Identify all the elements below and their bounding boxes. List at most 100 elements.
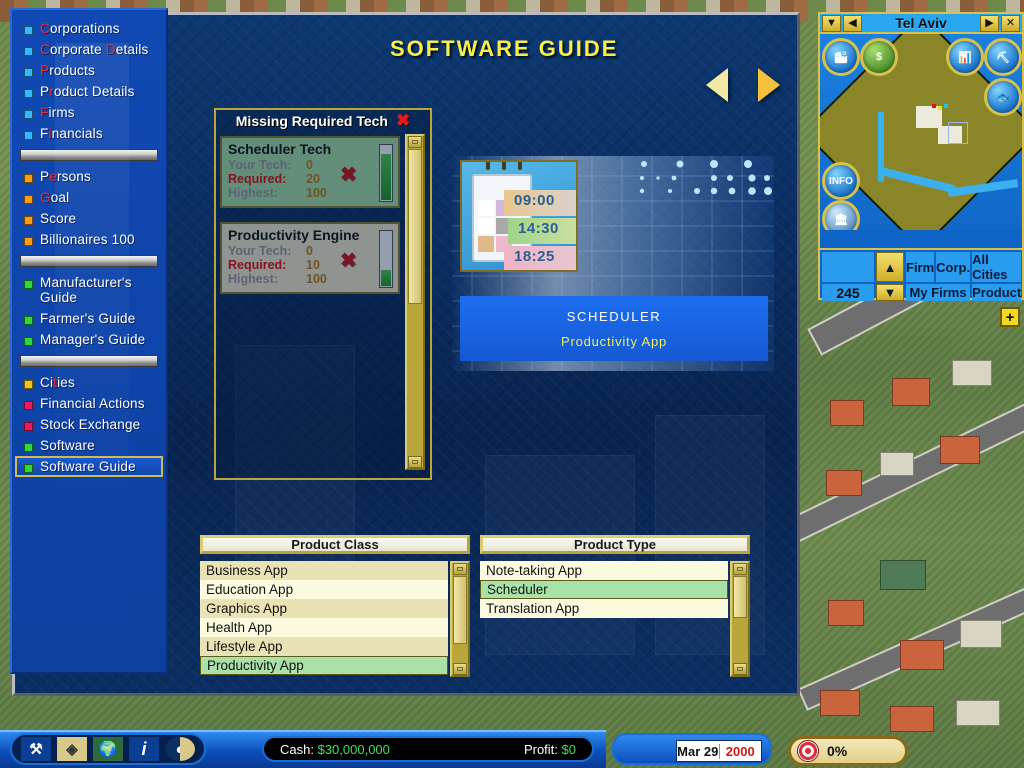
year-value: 2000 (718, 743, 762, 759)
scrollbar-thumb[interactable] (733, 576, 747, 618)
world-building (940, 436, 980, 464)
sidebar-item-managers-guide[interactable]: Manager's Guide (16, 329, 162, 350)
list-item[interactable]: Business App (200, 561, 448, 580)
world-building (952, 360, 992, 386)
build-tools-icon[interactable]: ⚒ (20, 736, 52, 762)
sidebar-item-label: Corporate Details (40, 42, 149, 57)
list-item[interactable]: Graphics App (200, 599, 448, 618)
missing-required-tech-panel (214, 108, 432, 480)
info-icon[interactable]: INFO (822, 162, 860, 200)
calendar-scheduler-icon: 09:00 14:30 18:25 (460, 160, 578, 272)
profit-label: Profit: (523, 741, 558, 757)
time-bubble: 09:00 (504, 190, 576, 216)
sidebar-item-label: Goal (40, 190, 70, 205)
sidebar-item-products[interactable]: Products (16, 60, 162, 81)
sidebar-item-goal[interactable]: Goal (16, 187, 162, 208)
sidebar-item-corporate-details[interactable]: Corporate Details (16, 39, 162, 60)
product-type-rows: Note-taking App Scheduler Translation Ap… (480, 561, 728, 618)
product-class-rows: Business App Education App Graphics App … (200, 561, 448, 675)
scrollbar-thumb[interactable] (453, 576, 467, 644)
bullet-icon (24, 47, 33, 56)
list-item[interactable]: Lifestyle App (200, 637, 448, 656)
world-building (900, 640, 944, 670)
list-item[interactable]: Note-taking App (480, 561, 728, 580)
minimap-next-city-button[interactable]: ▶ (980, 14, 999, 32)
counter-up-arrow-icon[interactable]: ▲ (876, 252, 904, 282)
world-building (828, 600, 864, 626)
stock-chart-icon[interactable]: 📊 (946, 38, 984, 76)
sidebar-item-label: Software Guide (40, 459, 136, 474)
cash-group: Cash: $30,000,000 (280, 742, 390, 757)
info-icon[interactable]: i (128, 736, 160, 762)
fishing-icon[interactable]: 🐟 (984, 78, 1022, 116)
sidebar-item-label: Firms (40, 105, 75, 120)
minimap-firm-marker (944, 104, 948, 108)
map-grid-icon[interactable]: ◈ (56, 736, 88, 762)
sidebar-item-financial-actions[interactable]: Financial Actions (16, 393, 162, 414)
bullet-icon (24, 237, 33, 246)
profit-value: $0 (561, 741, 576, 757)
bullet-icon (24, 89, 33, 98)
sidebar-item-score[interactable]: Score (16, 208, 162, 229)
minimap-view[interactable]: 🏙 $ 📊 ⛏ 🐟 INFO 🏛 (820, 34, 1022, 230)
tech-panel-scrollbar[interactable] (405, 134, 425, 470)
sidebar-item-software-guide[interactable]: Software Guide (15, 456, 163, 477)
list-item[interactable]: Health App (200, 618, 448, 637)
sidebar-item-corporations[interactable]: Corporations (16, 18, 162, 39)
add-button[interactable]: + (1000, 307, 1020, 327)
scrollbar-thumb[interactable] (408, 149, 422, 304)
list-item-selected[interactable]: Productivity App (200, 656, 448, 675)
filter-all-cities-button[interactable]: All Cities (972, 252, 1022, 282)
money-readout: Cash: $30,000,000 Profit: $0 (262, 736, 594, 762)
bullet-icon (24, 26, 33, 35)
world-building (960, 620, 1002, 648)
sidebar-item-label: Product Details (40, 84, 135, 99)
sidebar-item-product-details[interactable]: Product Details (16, 81, 162, 102)
world-building (820, 690, 860, 716)
sidebar-item-stock-exchange[interactable]: Stock Exchange (16, 414, 162, 435)
city-view-icon[interactable]: 🏙 (822, 38, 860, 76)
sidebar-item-billionaires-100[interactable]: Billionaires 100 (16, 229, 162, 250)
toolbar-group: ⚒ ◈ 🌍 i ◐ (10, 733, 206, 765)
sidebar-item-financials[interactable]: Financials (16, 123, 162, 144)
filter-corp-button[interactable]: Corp. (936, 252, 971, 282)
product-name: SCHEDULER (566, 308, 662, 324)
sidebar-item-cities[interactable]: Cities (16, 372, 162, 393)
sidebar-item-persons[interactable]: Persons (16, 166, 162, 187)
sidebar-item-label: Financial Actions (40, 396, 145, 411)
product-type-header: Product Type (480, 535, 750, 554)
minimap-collapse-button[interactable]: ▼ (822, 14, 841, 32)
world-map-icon[interactable]: 🌍 (92, 736, 124, 762)
sidebar-item-farmers-guide[interactable]: Farmer's Guide (16, 308, 162, 329)
list-item[interactable]: Education App (200, 580, 448, 599)
previous-page-arrow-icon[interactable] (706, 68, 728, 102)
filter-firm-button[interactable]: Firm (906, 252, 935, 282)
building-icon[interactable]: 🏛 (822, 200, 860, 230)
sidebar-item-label: Manager's Guide (40, 332, 146, 347)
product-class-scrollbar[interactable] (450, 561, 470, 677)
mining-pickaxe-icon[interactable]: ⛏ (984, 38, 1022, 76)
list-item[interactable]: Translation App (480, 599, 728, 618)
list-item-selected[interactable]: Scheduler (480, 580, 728, 599)
speed-dial-icon[interactable]: ◐ (164, 736, 196, 762)
bullet-icon (24, 174, 33, 183)
filter-my-firms-button[interactable]: My Firms (906, 284, 971, 301)
filter-product-button[interactable]: Product (972, 284, 1022, 301)
product-type-listbox: Product Type Note-taking App Scheduler T… (480, 535, 750, 685)
bullet-icon (24, 280, 33, 289)
counter-down-arrow-icon[interactable]: ▼ (876, 284, 904, 301)
minimap-prev-city-button[interactable]: ◀ (843, 14, 862, 32)
product-type-scrollbar[interactable] (730, 561, 750, 677)
sidebar-item-label: Persons (40, 169, 91, 184)
sidebar-item-software[interactable]: Software (16, 435, 162, 456)
next-page-arrow-icon[interactable] (758, 68, 780, 102)
progress-indicator[interactable]: 0% (788, 736, 908, 766)
time-bubble: 18:25 (504, 246, 576, 270)
minimap-close-button[interactable]: ✕ (1001, 14, 1020, 32)
minimap-firm-marker (932, 104, 936, 108)
sidebar-item-firms[interactable]: Firms (16, 102, 162, 123)
sidebar-item-manufacturers-guide[interactable]: Manufacturer's Guide (16, 272, 162, 308)
economy-dollar-icon[interactable]: $ (860, 38, 898, 76)
minimap-blank-cell (822, 252, 874, 282)
bullet-icon (24, 316, 33, 325)
